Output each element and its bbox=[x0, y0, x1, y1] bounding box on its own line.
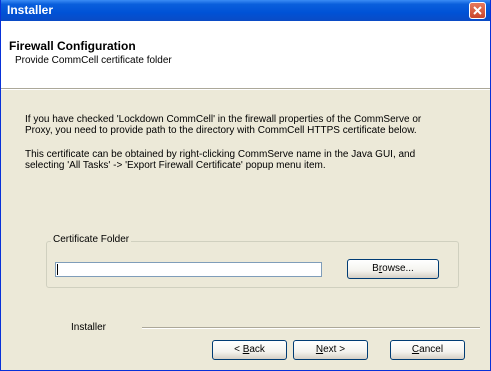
header-divider-highlight bbox=[1, 89, 490, 90]
close-button[interactable] bbox=[469, 2, 486, 19]
browse-label-pre: B bbox=[372, 263, 379, 274]
installer-window: Installer Firewall Configuration Provide… bbox=[0, 0, 491, 371]
page-title: Firewall Configuration bbox=[9, 39, 136, 53]
back-button[interactable]: < Back bbox=[212, 340, 287, 360]
cancel-button[interactable]: Cancel bbox=[390, 340, 465, 360]
browse-label-post: owse... bbox=[382, 263, 414, 274]
lockdown-instructions-line-1: If you have checked 'Lockdown CommCell' … bbox=[25, 114, 422, 125]
next-label-post: ext > bbox=[323, 344, 346, 355]
page-subtitle: Provide CommCell certificate folder bbox=[15, 55, 172, 66]
close-icon bbox=[473, 6, 482, 15]
header-panel: Firewall Configuration Provide CommCell … bbox=[1, 21, 490, 88]
certificate-folder-input[interactable] bbox=[55, 262, 322, 277]
footer-divider-highlight bbox=[142, 328, 480, 329]
lockdown-instructions: If you have checked 'Lockdown CommCell' … bbox=[25, 114, 465, 136]
window-title: Installer bbox=[7, 3, 54, 17]
cancel-label-post: ancel bbox=[419, 344, 444, 355]
browse-button[interactable]: Browse... bbox=[347, 259, 439, 279]
export-instructions: This certificate can be obtained by righ… bbox=[25, 149, 465, 171]
footer-installer-label: Installer bbox=[71, 322, 107, 333]
export-instructions-line-2: selecting 'All Tasks' -> 'Export Firewal… bbox=[25, 160, 326, 171]
back-label-pre: < bbox=[234, 344, 243, 355]
lockdown-instructions-line-2: Proxy, you need to provide path to the d… bbox=[25, 125, 417, 136]
back-label-post: ack bbox=[249, 344, 265, 355]
certificate-folder-label: Certificate Folder bbox=[51, 234, 132, 245]
text-caret bbox=[57, 264, 58, 275]
title-bar[interactable]: Installer bbox=[1, 0, 490, 21]
next-button[interactable]: Next > bbox=[293, 340, 368, 360]
export-instructions-line-1: This certificate can be obtained by righ… bbox=[25, 149, 416, 160]
